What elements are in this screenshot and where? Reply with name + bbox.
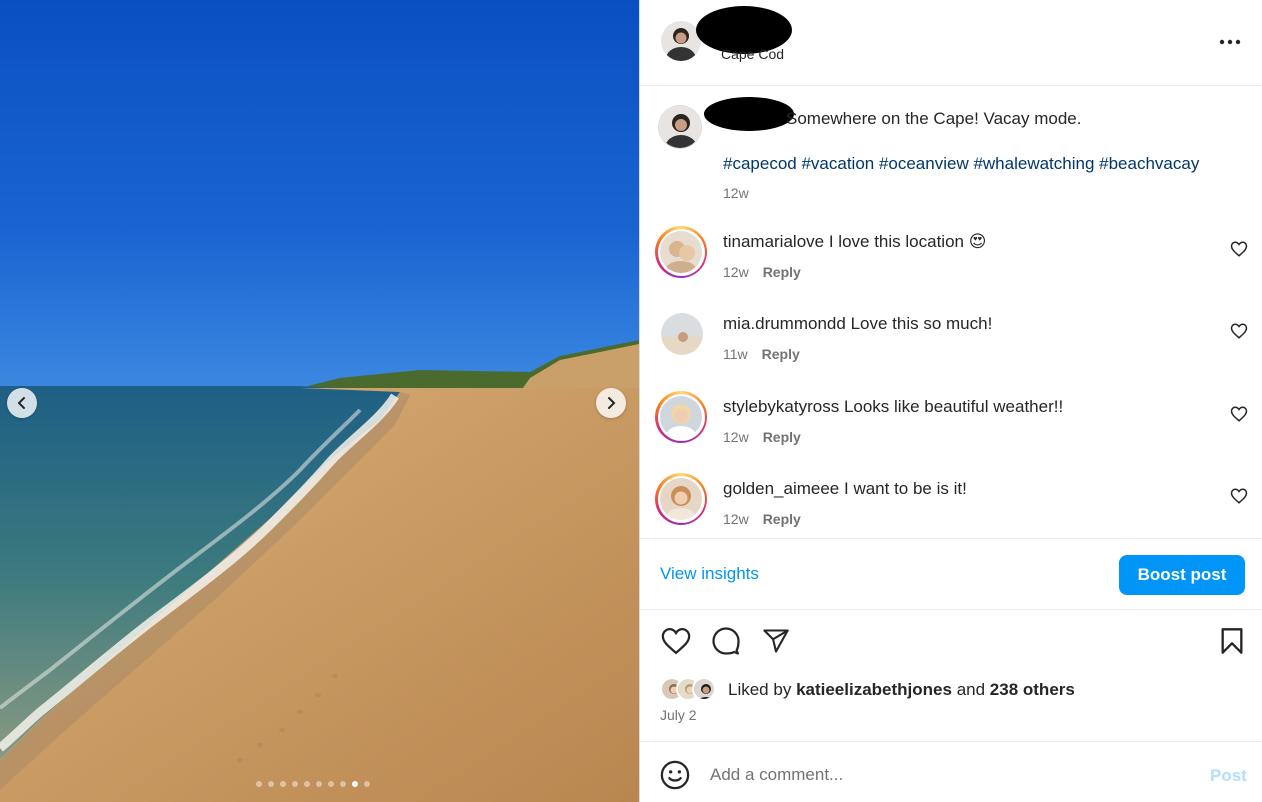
comment-item: mia.drummondd Love this so much! 11w Repl…: [640, 308, 1262, 378]
likes-summary: Liked by katieelizabethjones and 238 oth…: [660, 677, 1260, 703]
likes-prefix: Liked by: [728, 680, 792, 699]
carousel-dot: [292, 781, 298, 787]
heart-icon: [661, 627, 691, 655]
add-comment-bar: Post: [640, 741, 1262, 802]
post-actions: [640, 625, 1262, 661]
beach-image: [0, 0, 639, 802]
commenter-avatar[interactable]: [655, 226, 707, 278]
comment-timestamp: 12w: [723, 429, 749, 445]
carousel-prev-button[interactable]: [7, 388, 37, 418]
reply-button[interactable]: Reply: [762, 346, 800, 362]
author-avatar[interactable]: [661, 21, 701, 61]
comment-text: I love this location 😍: [828, 232, 987, 251]
post-date: July 2: [660, 707, 697, 723]
heart-icon[interactable]: [1230, 487, 1248, 505]
send-icon: [763, 629, 789, 653]
emoji-icon[interactable]: [660, 760, 690, 790]
comment-input[interactable]: [710, 761, 1190, 789]
caption-timestamp: 12w: [723, 185, 749, 201]
save-button[interactable]: [1216, 625, 1248, 657]
redacted-username: [704, 97, 794, 131]
carousel-dot: [280, 781, 286, 787]
commenter-avatar[interactable]: [655, 473, 707, 525]
post-photo[interactable]: [0, 0, 639, 802]
commenter-avatar[interactable]: [655, 391, 707, 443]
carousel-next-button[interactable]: [596, 388, 626, 418]
post-detail-panel: Cape Cod Somewhere on the Cape! Vacay mo…: [640, 0, 1262, 802]
carousel-dot: [352, 781, 358, 787]
carousel-dot: [256, 781, 262, 787]
comment-timestamp: 11w: [723, 346, 748, 362]
comment-text: Love this so much!: [850, 314, 993, 333]
carousel-dot: [340, 781, 346, 787]
comment-button[interactable]: [710, 625, 742, 657]
caption-text: Somewhere on the Cape! Vacay mode.: [786, 109, 1082, 128]
post-location[interactable]: Cape Cod: [721, 46, 784, 62]
heart-icon[interactable]: [1230, 405, 1248, 423]
heart-icon[interactable]: [1230, 322, 1248, 340]
like-button[interactable]: [660, 625, 692, 657]
chevron-right-icon: [608, 397, 616, 409]
likes-text[interactable]: Liked by katieelizabethjones and 238 oth…: [728, 680, 1075, 700]
post-header: Cape Cod: [640, 0, 1262, 86]
caption-hashtags[interactable]: #capecod #vacation #oceanview #whalewatc…: [723, 154, 1199, 174]
likes-others-link[interactable]: 238 others: [990, 680, 1075, 699]
carousel-dot: [328, 781, 334, 787]
liker-username[interactable]: katieelizabethjones: [796, 680, 952, 699]
carousel-dot: [268, 781, 274, 787]
comment-username[interactable]: stylebykatyross: [723, 397, 839, 416]
comment-username[interactable]: golden_aimeee: [723, 479, 839, 498]
comment-bubble-icon: [712, 627, 740, 655]
insights-bar: View insights Boost post: [640, 538, 1262, 610]
carousel-dot: [316, 781, 322, 787]
comment-item: golden_aimeee I want to be is it! 12w Rep…: [640, 473, 1262, 543]
more-options-button[interactable]: [1218, 30, 1242, 54]
boost-post-button[interactable]: Boost post: [1119, 555, 1245, 595]
comment-item: stylebykatyross Looks like beautiful wea…: [640, 391, 1262, 461]
author-avatar[interactable]: [658, 105, 702, 149]
comment-timestamp: 12w: [723, 511, 749, 527]
comment-username[interactable]: tinamarialove: [723, 232, 824, 251]
avatar: [692, 677, 716, 701]
chevron-left-icon: [17, 397, 25, 409]
reply-button[interactable]: Reply: [763, 429, 801, 445]
reply-button[interactable]: Reply: [763, 264, 801, 280]
comment-text: I want to be is it!: [844, 479, 967, 498]
carousel-dot: [364, 781, 370, 787]
carousel-indicator: [256, 781, 370, 787]
view-insights-link[interactable]: View insights: [660, 564, 759, 584]
likes-and: and: [956, 680, 986, 699]
more-horizontal-icon: [1219, 39, 1241, 45]
comment-text: Looks like beautiful weather!!: [843, 397, 1064, 416]
comment-item: tinamarialove I love this location 😍 12w…: [640, 226, 1262, 296]
comment-username[interactable]: mia.drummondd: [723, 314, 846, 333]
bookmark-icon: [1221, 628, 1243, 654]
post-comment-button[interactable]: Post: [1210, 766, 1247, 786]
heart-icon[interactable]: [1230, 240, 1248, 258]
reply-button[interactable]: Reply: [763, 511, 801, 527]
commenter-avatar[interactable]: [661, 313, 703, 355]
carousel-dot: [304, 781, 310, 787]
comment-timestamp: 12w: [723, 264, 749, 280]
share-button[interactable]: [760, 625, 792, 657]
liker-avatars[interactable]: [660, 677, 724, 703]
